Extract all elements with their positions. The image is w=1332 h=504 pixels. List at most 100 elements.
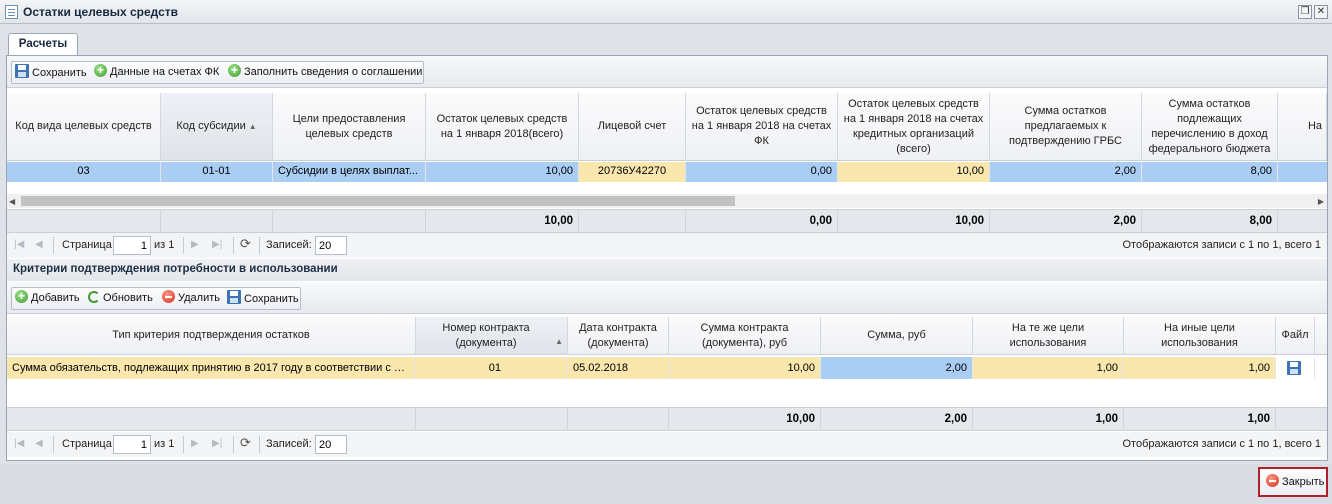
col-header-sorted[interactable]: Номер контракта (документа) ▲	[416, 317, 568, 354]
cell: 8,00	[1142, 162, 1278, 182]
col-header[interactable]: Лицевой счет	[579, 93, 686, 160]
window-icon	[5, 5, 18, 19]
page-input[interactable]	[113, 435, 151, 454]
restore-icon[interactable]: ❐	[1298, 5, 1312, 19]
refresh-button[interactable]: Обновить	[88, 290, 153, 307]
col-header[interactable]: Код вида целевых средств	[7, 93, 161, 160]
save-button[interactable]: Сохранить	[15, 64, 87, 81]
col-header[interactable]: Остаток целевых средств на 1 января 2018…	[838, 93, 990, 160]
page-label: Страница	[62, 438, 112, 450]
col-header[interactable]: На иные цели использования	[1124, 317, 1276, 354]
cell: 05.02.2018	[568, 357, 669, 379]
col-header[interactable]: Файл	[1276, 317, 1315, 354]
scrollbar-thumb[interactable]	[21, 196, 735, 206]
close-button[interactable]: Закрыть	[1258, 467, 1328, 497]
refresh-icon[interactable]: ⟳	[240, 236, 251, 252]
next-page-icon[interactable]: ▶	[191, 438, 199, 449]
last-page-icon[interactable]: ▶|	[212, 438, 222, 449]
close-icon	[1266, 474, 1279, 487]
file-cell[interactable]	[1276, 357, 1315, 379]
records-input[interactable]	[315, 236, 347, 255]
refresh-icon[interactable]: ⟳	[240, 435, 251, 451]
tab-raschety[interactable]: Расчеты	[8, 33, 78, 56]
table-row[interactable]: Сумма обязательств, подлежащих принятию …	[7, 357, 1315, 379]
next-page-icon[interactable]: ▶	[191, 239, 199, 250]
cell: 03	[7, 162, 161, 182]
pager-top: |◀ ◀ Страница из 1 ▶ ▶| ⟳ Записей: Отобр…	[7, 233, 1327, 258]
delete-button[interactable]: Удалить	[162, 290, 220, 307]
records-input[interactable]	[315, 435, 347, 454]
prev-page-icon[interactable]: ◀	[35, 438, 43, 449]
save-icon	[227, 290, 241, 304]
records-summary: Отображаются записи с 1 по 1, всего 1	[1122, 438, 1322, 450]
cell: 1,00	[973, 357, 1124, 379]
col-header[interactable]: Цели предоставления целевых средств	[273, 93, 426, 160]
window-titlebar: Остатки целевых средств ❐ ✕	[0, 0, 1332, 24]
page-count: из 1	[154, 438, 175, 450]
add-button[interactable]: Добавить	[15, 288, 80, 307]
total-cell: 1,00	[973, 408, 1124, 430]
file-save-icon[interactable]	[1286, 361, 1301, 375]
close-window-icon[interactable]: ✕	[1314, 5, 1328, 19]
fill-agreement-button[interactable]: Заполнить сведения о соглашении	[228, 62, 422, 81]
records-label: Записей:	[266, 239, 312, 251]
last-page-icon[interactable]: ▶|	[212, 239, 222, 250]
first-page-icon[interactable]: |◀	[14, 438, 24, 449]
col-header[interactable]: Остаток целевых средств на 1 января 2018…	[426, 93, 579, 160]
col-header[interactable]: Сумма, руб	[821, 317, 973, 354]
cell: 0,00	[686, 162, 838, 182]
add-icon	[15, 288, 28, 305]
first-page-icon[interactable]: |◀	[14, 239, 24, 250]
cell-editable[interactable]: 10,00	[838, 162, 990, 182]
totals-row: 10,00 0,00 10,00 2,00 8,00	[7, 209, 1327, 233]
total-cell: 2,00	[821, 408, 973, 430]
cell-editable[interactable]: 2,00	[821, 357, 973, 379]
col-header[interactable]: Сумма контракта (документа), руб	[669, 317, 821, 354]
col-header[interactable]: Сумма остатков подлежащих перечислению в…	[1142, 93, 1278, 160]
cell: Сумма обязательств, подлежащих принятию …	[7, 357, 416, 379]
cell	[568, 408, 669, 430]
cell: 01	[416, 357, 568, 379]
fk-data-button[interactable]: Данные на счетах ФК	[94, 62, 219, 81]
sort-asc-icon: ▲	[248, 122, 257, 131]
pager-bottom: |◀ ◀ Страница из 1 ▶ ▶| ⟳ Записей: Отобр…	[7, 432, 1327, 457]
cell: 01-01	[161, 162, 273, 182]
sort-asc-icon: ▲	[555, 337, 563, 346]
cell	[416, 408, 568, 430]
col-header-sorted[interactable]: Код субсидии ▲	[161, 93, 273, 160]
page-count: из 1	[154, 239, 175, 251]
cell	[7, 408, 416, 430]
page-label: Страница	[62, 239, 112, 251]
total-cell: 10,00	[426, 210, 579, 232]
total-cell: 0,00	[686, 210, 838, 232]
table-row[interactable]: 03 01-01 Субсидии в целях выплат... 10,0…	[7, 162, 1327, 182]
records-summary: Отображаются записи с 1 по 1, всего 1	[1122, 239, 1322, 251]
cell: 2,00	[990, 162, 1142, 182]
add-icon	[228, 62, 241, 79]
total-cell: 1,00	[1124, 408, 1276, 430]
toolbar-group: Сохранить Данные на счетах ФК Заполнить …	[11, 61, 424, 84]
prev-page-icon[interactable]: ◀	[35, 239, 43, 250]
cell-editable[interactable]: 20736У42270	[579, 162, 686, 182]
toolbar-top: Сохранить Данные на счетах ФК Заполнить …	[7, 56, 1327, 88]
col-header[interactable]: Остаток целевых средств на 1 января 2018…	[686, 93, 838, 160]
scroll-right-icon[interactable]: ▶	[1318, 197, 1324, 206]
page-input[interactable]	[113, 236, 151, 255]
col-header[interactable]: Сумма остатков предлагаемых к подтвержде…	[990, 93, 1142, 160]
horizontal-scrollbar[interactable]: ◀ ▶	[7, 194, 1327, 208]
col-header[interactable]: Дата контракта (документа)	[568, 317, 669, 354]
col-header[interactable]: Тип критерия подтверждения остатков	[7, 317, 416, 354]
total-cell: 2,00	[990, 210, 1142, 232]
cell	[161, 210, 273, 232]
scroll-left-icon[interactable]: ◀	[9, 197, 15, 206]
col-header[interactable]: На те же цели использования	[973, 317, 1124, 354]
delete-icon	[162, 290, 175, 303]
cell: 1,00	[1124, 357, 1276, 379]
total-cell: 10,00	[669, 408, 821, 430]
save-button-2[interactable]: Сохранить	[227, 290, 299, 307]
cell	[579, 210, 686, 232]
col-header[interactable]: На	[1278, 93, 1327, 160]
cell	[7, 210, 161, 232]
section-title: Критерии подтверждения потребности в исп…	[7, 259, 1327, 281]
total-cell: 8,00	[1142, 210, 1278, 232]
